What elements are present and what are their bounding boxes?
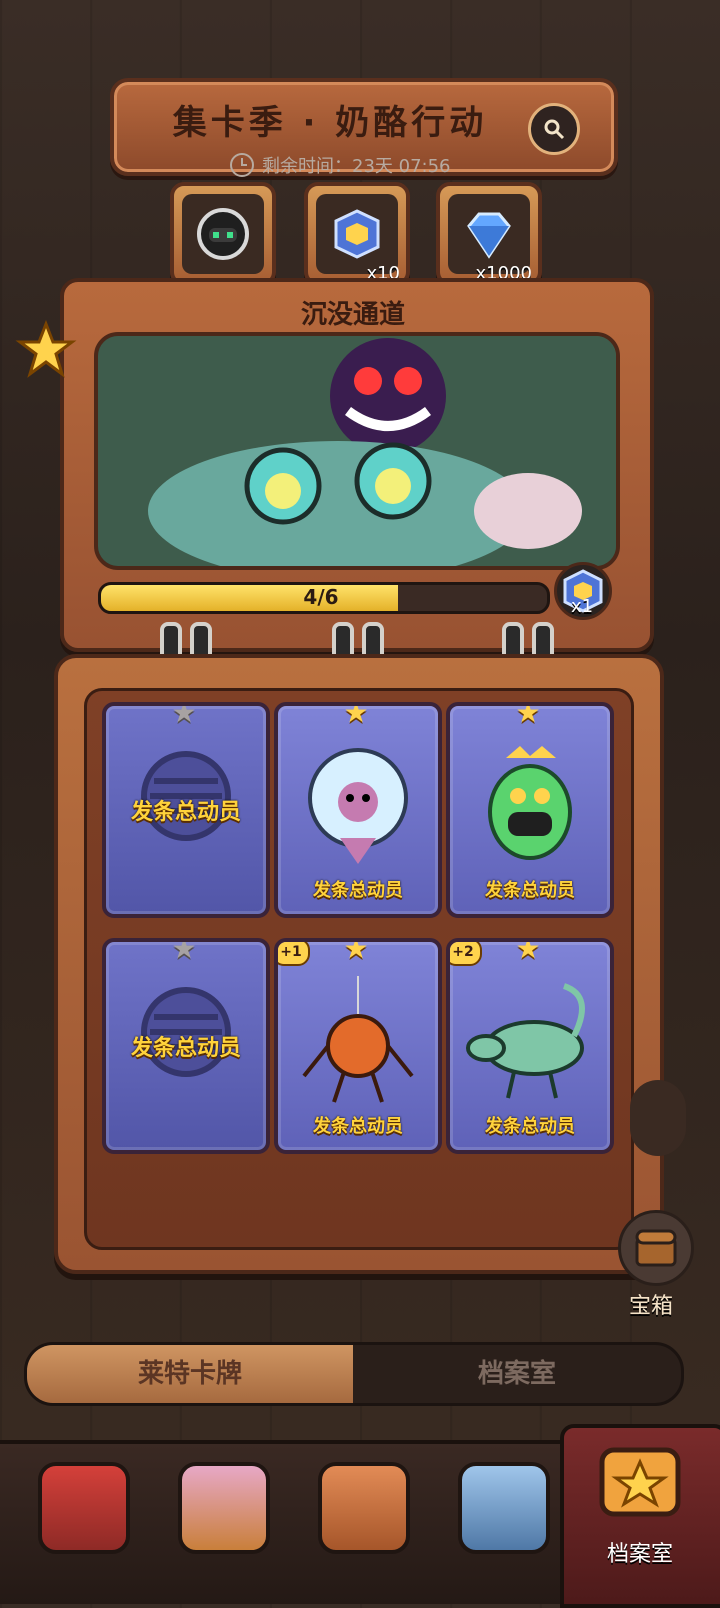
album-name: 沉没通道 [300,300,405,330]
star-badge-icon [14,318,78,382]
blue-diamond-icon [448,194,530,274]
rat-astronaut-card-art [308,748,408,864]
nav-item-4[interactable] [440,1446,560,1586]
card-slot-2[interactable]: ★ 发条总动员 [274,702,442,918]
card-slot-6[interactable]: +2 ★ 发条总动员 [446,938,614,1154]
tab-cards[interactable]: 莱特卡牌 [27,1345,353,1403]
clock-icon [230,153,254,177]
season-title: 集卡季 · 奶酪行动 [172,103,488,143]
card-slot-3[interactable]: ★ 发条总动员 [446,702,614,918]
arcade-console-icon [318,1462,410,1554]
nav-archive-label: 档案室 [606,1542,673,1567]
card-slot-1[interactable]: ★ 发条总动员 [102,702,270,918]
card-label: 发条总动员 [313,1116,403,1137]
card-slot-5[interactable]: +1 ★ 发条总动员 [274,938,442,1154]
star-icon: ★ [343,938,369,965]
nav-item-1[interactable] [20,1446,140,1586]
nav-item-3[interactable] [300,1446,420,1586]
star-icon: ★ [515,702,541,729]
card-label: 发条总动员 [130,800,241,825]
star-icon: ★ [171,702,197,729]
reward-slot-diamond[interactable]: x1000 [436,182,542,286]
archive-box-icon [599,1447,681,1517]
album-illustration [94,332,620,570]
chest-label: 宝箱 [628,1294,673,1319]
search-icon [544,119,565,140]
side-button[interactable] [630,1080,686,1156]
card-slot-4[interactable]: ★ 发条总动员 [102,938,270,1154]
tab-bar: 莱特卡牌 档案室 [24,1342,684,1406]
countdown-row: 剩余时间：23天 07:56 [230,152,451,178]
star-box-icon [38,1462,130,1554]
tab-archive[interactable]: 档案室 [353,1345,681,1403]
card-label: 发条总动员 [313,880,403,901]
star-icon: ★ [343,702,369,729]
star-icon: ★ [515,938,541,965]
zombie-rat-card-art [466,983,585,1099]
card-label: 发条总动员 [485,880,575,901]
robot-avatar-icon [182,194,264,274]
countdown-text: 剩余时间：23天 07:56 [262,156,451,177]
search-button[interactable] [528,103,580,155]
chest-icon [635,1229,677,1267]
goggles-chest-icon [458,1462,550,1554]
card-label: 发条总动员 [485,1116,575,1137]
reward-slot-card-pack[interactable]: x10 [304,182,410,286]
star-icon: ★ [171,938,197,965]
spider-rat-card-art [302,976,414,1103]
reward-slot-avatar[interactable] [170,182,276,286]
cake-icon [178,1462,270,1554]
nav-item-2[interactable] [160,1446,280,1586]
duplicate-badge: +2 [450,942,482,966]
card-pack-cube-icon [316,194,398,274]
progress-reward-count: x1 [570,596,594,617]
card-label: 发条总动员 [130,1036,241,1061]
slime-monster-card-art [488,746,572,860]
album-progress-text: 4/6 [303,585,339,609]
duplicate-badge: +1 [278,942,310,966]
chest-button[interactable] [618,1210,694,1286]
